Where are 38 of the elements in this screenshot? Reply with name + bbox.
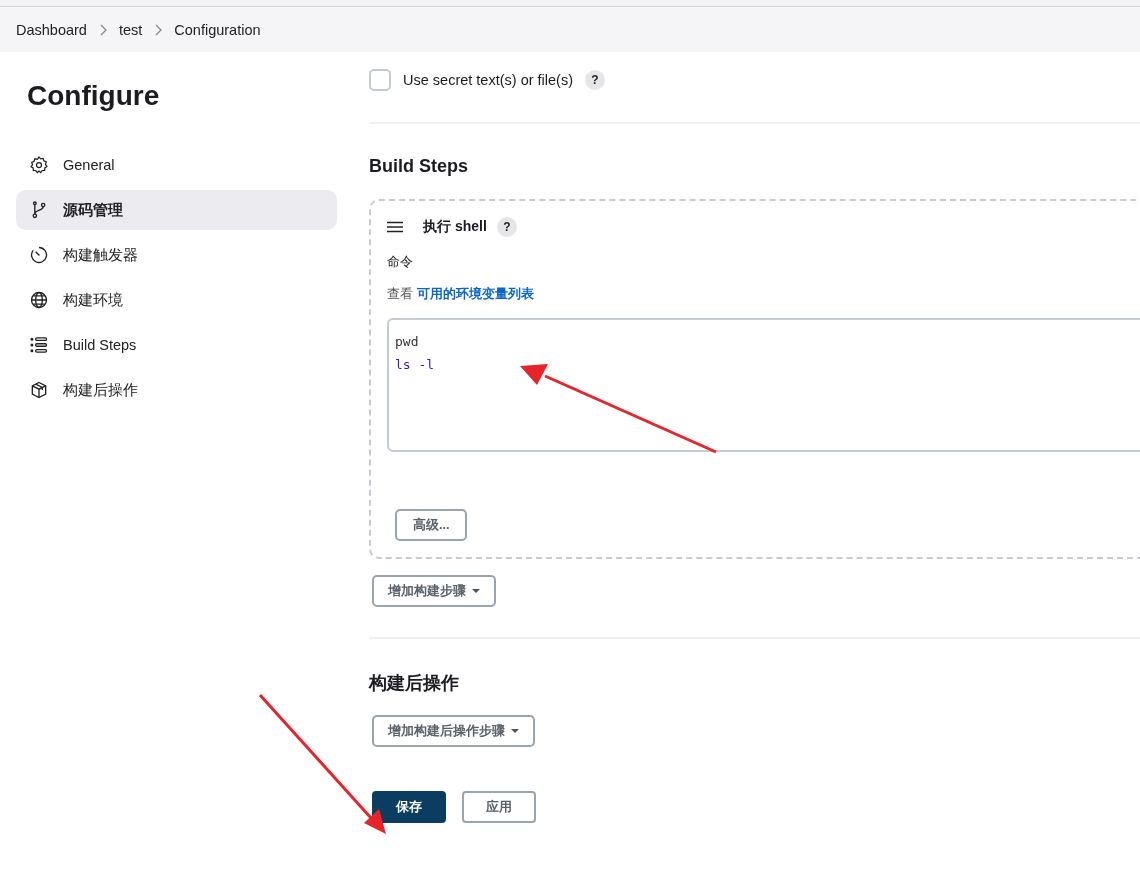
add-build-step-button[interactable]: 增加构建步骤 xyxy=(372,575,496,607)
list-icon xyxy=(29,335,49,355)
add-post-build-step-button[interactable]: 增加构建后操作步骤 xyxy=(372,715,535,747)
chevron-icon xyxy=(98,23,107,36)
gear-icon xyxy=(29,155,49,175)
sidebar-item[interactable]: Build Steps xyxy=(16,325,337,365)
command-editor[interactable]: pwd ls -l xyxy=(387,318,1140,452)
env-variables-link[interactable]: 可用的环境变量列表 xyxy=(417,286,534,301)
env-hint-text: 查看 xyxy=(387,286,413,301)
breadcrumb-link[interactable]: Configuration xyxy=(174,21,261,38)
globe-icon xyxy=(29,290,49,310)
sidebar-item[interactable]: 构建环境 xyxy=(16,280,337,320)
checkbox[interactable] xyxy=(369,69,391,91)
save-button[interactable]: 保存 xyxy=(372,791,446,823)
caret-icon xyxy=(511,729,519,733)
sidebar-item[interactable]: General xyxy=(16,145,337,185)
section-heading: 构建后操作 xyxy=(369,672,460,693)
breadcrumb-link[interactable]: test xyxy=(118,21,143,38)
page-title: Configure xyxy=(27,80,161,113)
section-heading: Build Steps xyxy=(369,156,469,178)
timer-icon xyxy=(29,245,49,265)
checkbox-label: Use secret text(s) or file(s) xyxy=(403,72,573,88)
chevron-icon xyxy=(154,23,163,36)
sidebar-item[interactable]: 源码管理 xyxy=(16,190,337,230)
breadcrumb-link[interactable]: Dashboard xyxy=(16,21,87,38)
help-button[interactable]: ? xyxy=(585,70,605,90)
caret-icon xyxy=(472,589,480,593)
code-line: pwd xyxy=(395,333,420,351)
sidebar-item[interactable]: 构建后操作 xyxy=(16,370,337,410)
field-label: 命令 xyxy=(387,253,414,271)
code-line: ls -l xyxy=(395,356,436,374)
advanced-button[interactable]: 高级... xyxy=(395,509,468,541)
drag-handle-icon[interactable] xyxy=(387,221,403,233)
apply-button[interactable]: 应用 xyxy=(462,791,536,823)
package-icon xyxy=(29,380,49,400)
help-button[interactable]: ? xyxy=(496,217,517,237)
step-title: 执行 shell xyxy=(423,218,487,236)
sidebar-item[interactable]: 构建触发器 xyxy=(16,235,337,275)
